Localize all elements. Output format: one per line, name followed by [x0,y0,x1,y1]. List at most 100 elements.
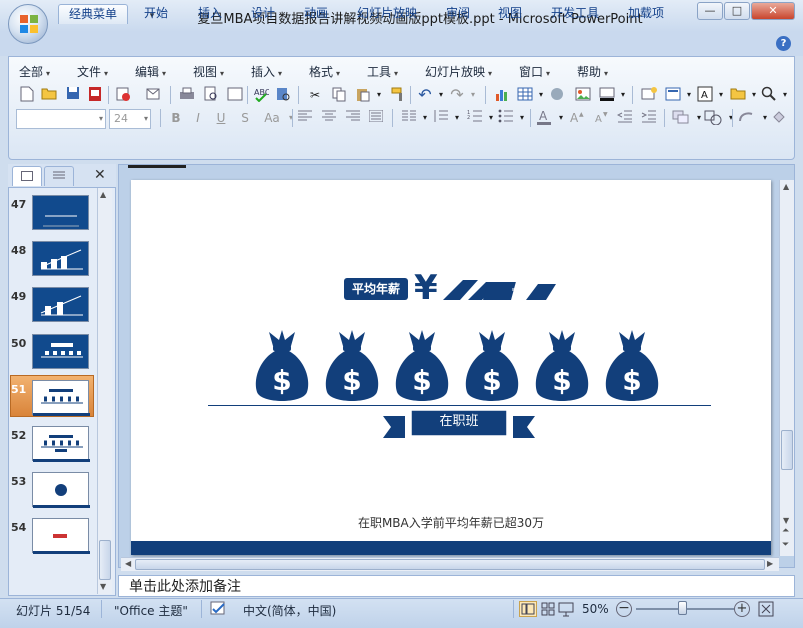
find-dropdown-icon[interactable]: ▾ [776,86,794,104]
editor-scroll-thumb[interactable] [781,430,793,470]
scroll-down-icon[interactable]: ▼ [100,582,106,591]
align-center-icon[interactable] [320,109,338,127]
maximize-button[interactable]: □ [724,2,750,20]
new-slide-icon[interactable] [640,86,658,104]
font-size-combo[interactable]: 24 ▾ [109,109,151,129]
bullets-dropdown-icon[interactable]: ▾ [513,109,531,127]
cut-icon[interactable]: ✂ [306,86,324,104]
menu-view[interactable]: 视图 ▾ [193,63,224,80]
menu-insert[interactable]: 插入 ▾ [251,63,282,80]
paste-dropdown-icon[interactable]: ▾ [370,86,388,104]
spell-check-icon[interactable] [210,601,228,620]
normal-view-icon[interactable] [519,601,537,617]
slide-thumbnail-48[interactable] [32,241,89,276]
scroll-up-icon[interactable]: ▲ [783,182,789,191]
menu-help[interactable]: 帮助 ▾ [577,63,608,80]
shape-style-icon[interactable] [738,109,756,127]
menu-file[interactable]: 文件 ▾ [77,63,108,80]
shadow-button[interactable]: S [236,109,254,127]
panel-scroll-thumb[interactable] [99,540,111,580]
underline-button[interactable]: U [212,109,230,127]
arrange-icon[interactable] [672,109,690,127]
tab-insert[interactable]: 插入 [188,4,232,24]
line-spacing-dropdown-icon[interactable]: ▾ [448,109,466,127]
format-painter-icon[interactable] [389,86,407,104]
notes-pane[interactable]: 单击此处添加备注 [118,575,795,597]
clipart-icon[interactable] [548,86,566,104]
zoom-in-icon[interactable]: + [734,601,750,617]
menu-tools[interactable]: 工具 ▾ [367,63,398,80]
zoom-slider-thumb[interactable] [678,601,687,615]
research-icon[interactable] [274,86,292,104]
new-icon[interactable] [18,86,36,104]
print-icon[interactable] [178,86,196,104]
slide-thumbnail-53[interactable] [32,472,90,508]
scroll-up-icon[interactable]: ▲ [100,190,106,199]
slide-thumbnail-52[interactable] [32,426,90,462]
shapes-icon[interactable] [704,109,722,127]
tab-design[interactable]: 设计 [241,4,285,24]
increase-indent-icon[interactable] [640,109,658,127]
print-preview-icon[interactable] [202,86,220,104]
outline-tab[interactable] [44,166,74,186]
scroll-down-icon[interactable]: ▼ [783,516,789,525]
menu-window[interactable]: 窗口 ▾ [519,63,550,80]
redo-toolbar-dropdown-icon[interactable]: ▾ [464,86,482,104]
next-slide-icon[interactable]: ⏷ [782,540,789,550]
menu-format[interactable]: 格式 ▾ [309,63,340,80]
tab-home[interactable]: 开始 [134,4,178,24]
open-icon[interactable] [40,86,58,104]
menu-slideshow[interactable]: 幻灯片放映 ▾ [425,63,492,80]
italic-button[interactable]: I [189,109,207,127]
minimize-button[interactable]: — [697,2,723,20]
copy-icon[interactable] [330,86,348,104]
editor-vertical-scrollbar[interactable]: ▲ ▼ ⏶ ⏷ [779,180,794,556]
slide-thumbnail-50[interactable] [32,334,89,369]
bold-button[interactable]: B [167,109,185,127]
line-color-dropdown-icon[interactable]: ▾ [614,86,632,104]
slide-thumbnail-49[interactable] [32,287,89,322]
spelling-icon[interactable]: ABC [252,86,271,104]
panel-scrollbar[interactable]: ▲ ▼ [97,188,112,594]
insert-picture-icon[interactable] [574,86,592,104]
tab-view[interactable]: 视图 [488,4,532,24]
slideshow-view-icon[interactable] [558,601,574,620]
slide-sorter-view-icon[interactable] [540,601,556,620]
align-right-icon[interactable] [344,109,362,127]
save-file-icon[interactable] [64,86,82,104]
scroll-left-icon[interactable]: ◀ [125,559,131,568]
close-button[interactable]: ✕ [751,2,795,20]
slide-thumbnail-51[interactable] [32,380,90,416]
justify-icon[interactable] [367,109,385,127]
zoom-out-icon[interactable]: − [616,601,632,617]
font-color-icon[interactable]: A [535,109,553,127]
align-left-icon[interactable] [296,109,314,127]
menu-all[interactable]: 全部 ▾ [19,63,50,80]
shrink-font-icon[interactable]: A ▼ [592,109,610,127]
layout-icon[interactable] [226,86,244,104]
permission-icon[interactable] [114,86,132,104]
fit-to-window-icon[interactable] [758,601,774,620]
slide-canvas[interactable]: 平均年薪 ¥ $ $ $ $ $ $ 在职班 在职MBA入学前平均年薪已超30万 [131,180,771,555]
language-indicator[interactable]: 中文(简体，中国) [243,602,336,619]
font-name-combo[interactable]: ▾ [16,109,106,129]
pdf-icon[interactable] [86,86,104,104]
scroll-right-icon[interactable]: ▶ [767,559,773,568]
previous-slide-icon[interactable]: ⏶ [782,526,789,536]
tab-slideshow[interactable]: 幻灯片放映 [347,4,427,24]
menu-edit[interactable]: 编辑 ▾ [135,63,166,80]
slides-tab[interactable] [12,166,42,186]
help-icon[interactable]: ? [776,36,791,51]
slide-thumbnail-54[interactable] [32,518,90,554]
tab-addins[interactable]: 加载项 [618,4,674,24]
change-case-button[interactable]: Aa [260,109,284,127]
slide-thumbnail-47[interactable] [32,195,89,230]
editor-horizontal-scrollbar[interactable]: ◀ ▶ [121,557,779,571]
text-box-dropdown-icon[interactable]: ▾ [712,86,730,104]
zoom-level[interactable]: 50% [582,602,609,616]
email-icon[interactable] [144,86,162,104]
office-button[interactable] [8,4,48,44]
grow-font-icon[interactable]: A ▲ [568,109,586,127]
tab-animation[interactable]: 动画 [294,4,338,24]
shape-fill-icon[interactable] [770,109,788,127]
